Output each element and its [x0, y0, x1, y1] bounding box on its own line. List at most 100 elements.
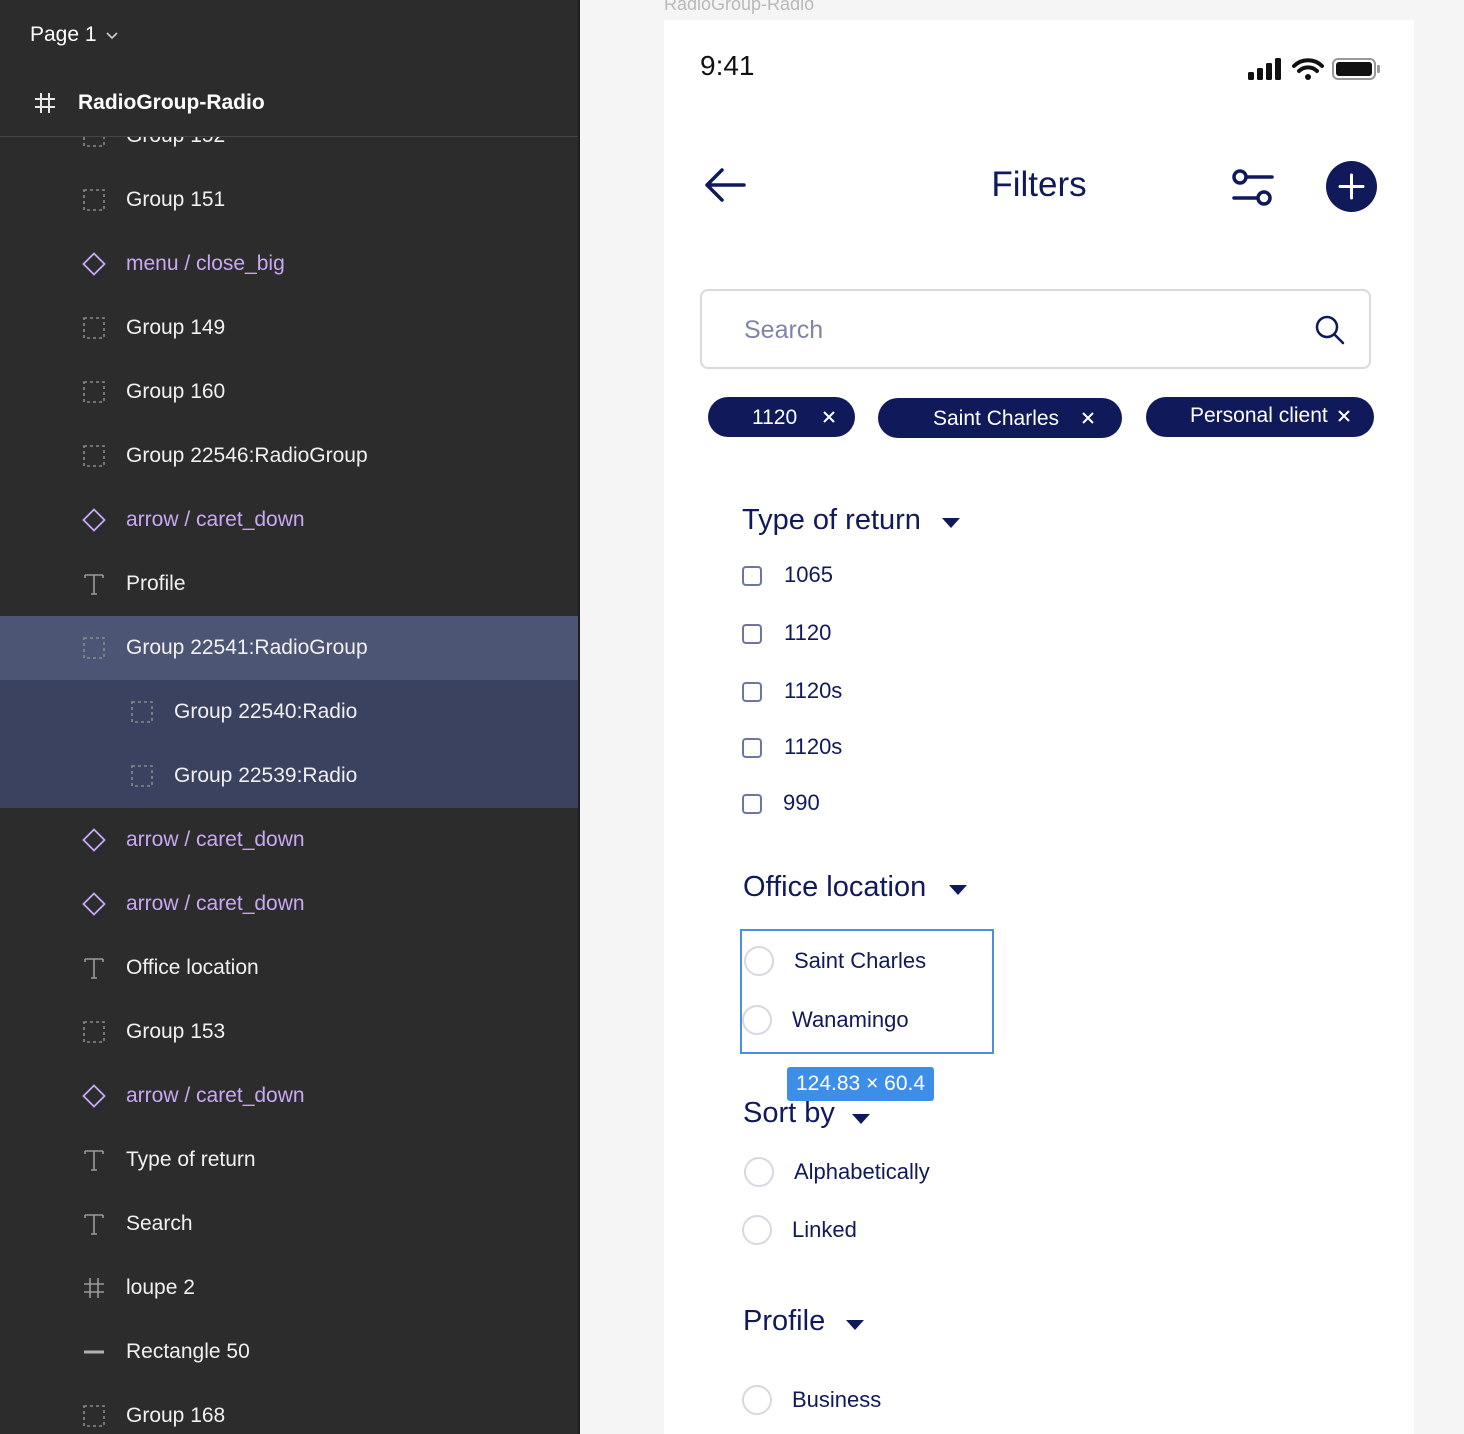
layer-label: Group 149: [126, 316, 226, 339]
frame-name: RadioGroup-Radio: [78, 91, 265, 114]
checkbox[interactable]: [742, 624, 762, 644]
checkbox[interactable]: [742, 738, 762, 758]
frame-label[interactable]: RadioGroup-Radio: [664, 0, 814, 15]
group-dashed-icon: [83, 445, 105, 467]
component-diamond-icon: [82, 252, 106, 276]
close-icon[interactable]: [822, 410, 836, 424]
layer-row[interactable]: Type of return: [0, 1128, 578, 1192]
page-label: Page 1: [30, 23, 97, 46]
radio-button[interactable]: [742, 1005, 772, 1035]
checkbox[interactable]: [742, 794, 762, 814]
layer-row[interactable]: Group 152: [0, 137, 578, 168]
checkbox-label: 1120: [784, 620, 832, 645]
caret-down-icon[interactable]: [942, 518, 960, 528]
layer-label: Group 168: [126, 1404, 226, 1427]
chip-label: Personal client: [1190, 404, 1328, 427]
radio-button[interactable]: [742, 1385, 772, 1415]
section-title-type-of-return: Type of return: [742, 504, 921, 536]
battery-icon: [1332, 58, 1380, 80]
checkbox-label: 1120s: [784, 678, 843, 703]
checkbox-label: 1120s: [784, 734, 843, 759]
component-diamond-icon: [82, 508, 106, 532]
layer-row[interactable]: Office location: [0, 936, 578, 1000]
radio-label: Business: [792, 1387, 882, 1412]
search-box: [700, 289, 1371, 369]
layer-list[interactable]: Group 152 Group 151 menu / close_big Group …: [0, 137, 578, 1434]
layer-row[interactable]: Rectangle 50: [0, 1320, 578, 1384]
group-dashed-icon: [83, 189, 105, 211]
layer-row[interactable]: loupe 2: [0, 1256, 578, 1320]
layer-row[interactable]: Group 22539:Radio: [0, 744, 578, 808]
status-icons: [1248, 58, 1380, 80]
layer-label: Group 160: [126, 380, 226, 403]
group-dashed-icon: [83, 381, 105, 403]
rectangle-line-icon: [84, 1350, 104, 1354]
page-selector[interactable]: Page 1: [30, 18, 119, 52]
checkbox[interactable]: [742, 682, 762, 702]
layer-row[interactable]: Group 149: [0, 296, 578, 360]
layer-row[interactable]: arrow / caret_down: [0, 808, 578, 872]
search-icon[interactable]: [1315, 315, 1345, 345]
layer-row[interactable]: arrow / caret_down: [0, 1064, 578, 1128]
checkbox-label: 990: [783, 790, 820, 815]
design-canvas[interactable]: RadioGroup-Radio 9:41 Filters Search 112…: [580, 0, 1464, 1434]
chip-label: Saint Charles: [933, 407, 1060, 430]
layer-row[interactable]: Profile: [0, 552, 578, 616]
phone-frame[interactable]: 9:41 Filters Search 1120 Saint Charles P…: [664, 20, 1414, 1434]
section-title-sort-by: Sort by: [743, 1097, 835, 1129]
layer-label: Office location: [126, 956, 259, 979]
layer-row[interactable]: Group 151: [0, 168, 578, 232]
layer-label: Group 22540:Radio: [174, 700, 358, 723]
wifi-icon: [1292, 58, 1324, 80]
component-diamond-icon: [82, 892, 106, 916]
filter-settings-icon[interactable]: [1232, 168, 1274, 208]
layer-row[interactable]: arrow / caret_down: [0, 488, 578, 552]
add-button[interactable]: [1326, 161, 1377, 212]
group-dashed-icon: [83, 1021, 105, 1043]
close-icon[interactable]: [1081, 411, 1095, 425]
layer-label: menu / close_big: [126, 252, 285, 275]
component-diamond-icon: [82, 1084, 106, 1108]
layer-row[interactable]: Group 22541:RadioGroup: [0, 616, 578, 680]
frame-layer-row[interactable]: RadioGroup-Radio: [0, 70, 578, 137]
section-title-profile: Profile: [743, 1305, 826, 1337]
text-icon: [84, 1214, 104, 1235]
filter-chip-1120[interactable]: 1120: [708, 397, 855, 437]
layer-row[interactable]: menu / close_big: [0, 232, 578, 296]
group-dashed-icon: [131, 765, 153, 787]
page-title: Filters: [991, 165, 1087, 204]
layer-row[interactable]: Group 22546:RadioGroup: [0, 424, 578, 488]
text-icon: [84, 574, 104, 595]
radio-label: Saint Charles: [794, 948, 927, 973]
radio-button[interactable]: [744, 1157, 774, 1187]
layer-row[interactable]: Group 168: [0, 1384, 578, 1434]
layer-row[interactable]: Group 153: [0, 1000, 578, 1064]
filter-chip-personal-client[interactable]: Personal client: [1146, 397, 1374, 437]
text-icon: [84, 958, 104, 979]
layer-row[interactable]: arrow / caret_down: [0, 872, 578, 936]
layer-label: Group 153: [126, 1020, 226, 1043]
filter-chip-saint-charles[interactable]: Saint Charles: [878, 398, 1122, 438]
caret-down-icon[interactable]: [852, 1114, 870, 1124]
search-input[interactable]: [742, 309, 1286, 351]
status-time: 9:41: [700, 50, 755, 81]
caret-down-icon[interactable]: [846, 1320, 864, 1330]
group-dashed-icon: [83, 637, 105, 659]
layer-label: loupe 2: [126, 1276, 195, 1299]
component-diamond-icon: [82, 828, 106, 852]
layer-label: Rectangle 50: [126, 1340, 250, 1363]
checkbox[interactable]: [742, 566, 762, 586]
layer-row[interactable]: Group 22540:Radio: [0, 680, 578, 744]
layer-label: Group 22546:RadioGroup: [126, 444, 368, 467]
close-icon[interactable]: [1337, 409, 1351, 423]
text-icon: [84, 1150, 104, 1171]
caret-down-icon[interactable]: [949, 885, 967, 895]
layer-label: arrow / caret_down: [126, 1084, 305, 1107]
layer-row[interactable]: Search: [0, 1192, 578, 1256]
layer-row[interactable]: Group 160: [0, 360, 578, 424]
radio-button[interactable]: [744, 946, 774, 976]
layer-label: Group 152: [126, 137, 225, 148]
group-dashed-icon: [83, 137, 105, 147]
radio-button[interactable]: [742, 1215, 772, 1245]
layer-label: Group 151: [126, 188, 226, 211]
